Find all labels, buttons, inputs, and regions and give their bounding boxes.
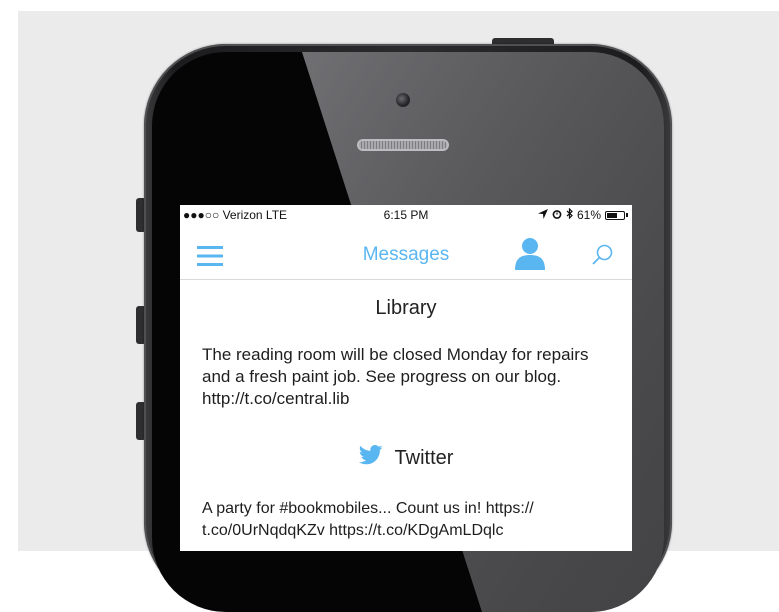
twitter-message: A party for #bookmobiles... Count us in!… bbox=[202, 500, 534, 539]
earpiece-speaker bbox=[357, 139, 449, 151]
nav-bar: Messages bbox=[180, 227, 632, 280]
user-profile-icon[interactable] bbox=[514, 237, 546, 271]
library-message: The reading room will be closed Monday f… bbox=[202, 345, 589, 408]
battery-percent: 61% bbox=[576, 208, 601, 222]
battery-icon bbox=[605, 210, 625, 220]
bluetooth-icon bbox=[566, 207, 573, 222]
search-icon[interactable] bbox=[591, 243, 615, 267]
twitter-bird-icon bbox=[358, 445, 383, 471]
alarm-icon bbox=[552, 208, 562, 222]
phone-screen: ●●●○○ Verizon LTE 6:15 PM 61% Messages L… bbox=[180, 205, 632, 551]
twitter-heading: Twitter bbox=[180, 445, 632, 471]
status-bar: ●●●○○ Verizon LTE 6:15 PM 61% bbox=[180, 205, 632, 225]
front-camera bbox=[396, 93, 410, 107]
status-indicators: 61% bbox=[537, 207, 628, 222]
library-heading: Library bbox=[375, 297, 437, 319]
location-arrow-icon bbox=[537, 208, 548, 222]
twitter-source-label: Twitter bbox=[394, 446, 454, 469]
nav-title: Messages bbox=[362, 244, 450, 265]
